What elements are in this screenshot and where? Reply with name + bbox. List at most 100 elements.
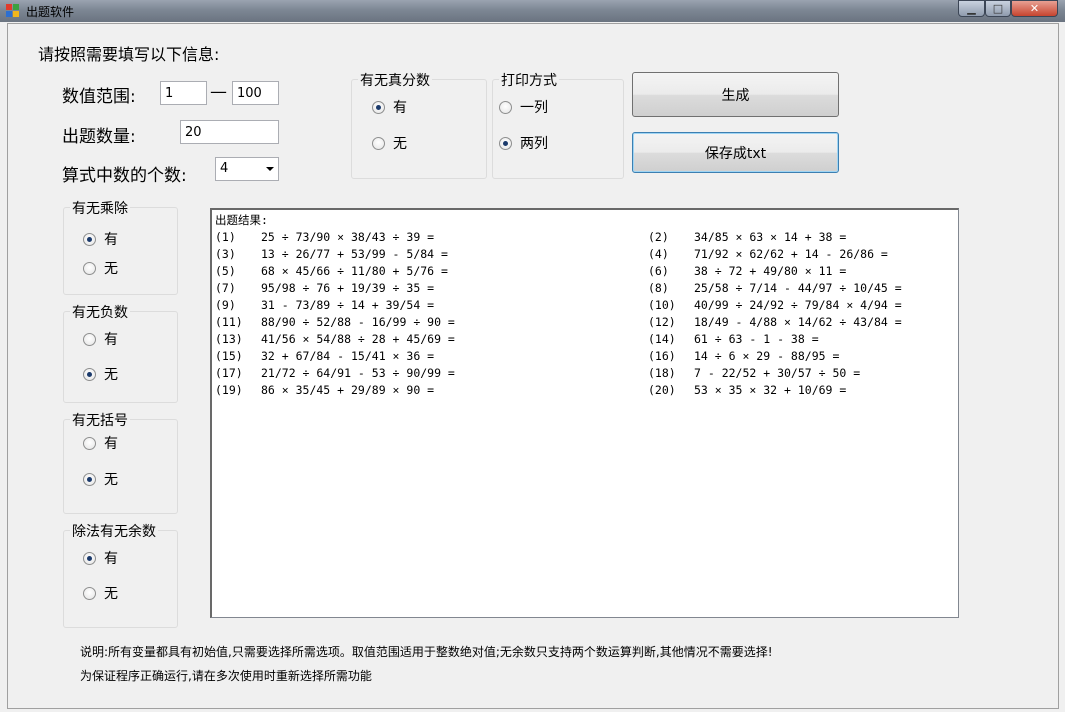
range-label: 数值范围:: [62, 87, 136, 107]
remainder-no-radio[interactable]: 无: [83, 583, 118, 603]
note-line-1: 说明:所有变量都具有初始值,只需要选择所需选项。取值范围适用于整数绝对值;无余数…: [80, 645, 773, 659]
terms-select-value: 4: [220, 161, 229, 176]
right-question-expression: 38 ÷ 72 + 49/80 × 11 =: [694, 264, 847, 278]
fraction-no-radio[interactable]: 无: [372, 133, 407, 153]
result-header: 出题结果:: [215, 213, 268, 227]
left-question-number: (3): [215, 247, 236, 261]
right-question-number: (8): [648, 281, 669, 295]
right-question-expression: 25/58 ÷ 7/14 - 44/97 ÷ 10/45 =: [694, 281, 902, 295]
print-one-column-radio[interactable]: 一列: [499, 97, 548, 117]
maximize-button[interactable]: □: [985, 0, 1011, 17]
left-question-expression: 13 ÷ 26/77 + 53/99 - 5/84 =: [261, 247, 448, 261]
left-question-number: (19): [215, 383, 243, 397]
muldiv-group-title: 有无乘除: [70, 198, 130, 218]
title-bar[interactable]: 出题软件 ▁ □ ✕: [0, 0, 1065, 22]
right-question-number: (4): [648, 247, 669, 261]
radio-checked-icon[interactable]: [83, 551, 96, 565]
generate-button[interactable]: 生成: [632, 72, 839, 117]
dropdown-arrow-icon[interactable]: [266, 167, 274, 171]
range-max-input[interactable]: [232, 81, 279, 105]
radio-checked-icon[interactable]: [372, 100, 385, 114]
app-icon: [6, 4, 20, 18]
app-window: 出题软件 ▁ □ ✕ 请按照需要填写以下信息: 数值范围: — 出题数量: 算式…: [0, 0, 1065, 712]
bracket-yes-radio[interactable]: 有: [83, 433, 118, 453]
result-row: (11) 88/90 ÷ 52/88 - 16/99 ÷ 90 = (12) 18/4…: [215, 314, 955, 331]
radio-unchecked-icon[interactable]: [83, 586, 96, 600]
fraction-yes-radio[interactable]: 有: [372, 97, 407, 117]
radio-unchecked-icon[interactable]: [372, 136, 385, 150]
result-row: (17) 21/72 ÷ 64/91 - 53 ÷ 90/99 = (18) 7 - …: [215, 365, 955, 382]
right-question-expression: 14 ÷ 6 × 29 - 88/95 =: [694, 349, 840, 363]
left-question-expression: 32 + 67/84 - 15/41 × 36 =: [261, 349, 435, 363]
minimize-button[interactable]: ▁: [958, 0, 985, 17]
count-label: 出题数量:: [62, 127, 136, 147]
right-question-number: (6): [648, 264, 669, 278]
remainder-yes-radio[interactable]: 有: [83, 548, 118, 568]
right-question-number: (2): [648, 230, 669, 244]
muldiv-no-radio[interactable]: 无: [83, 258, 118, 278]
left-question-expression: 88/90 ÷ 52/88 - 16/99 ÷ 90 =: [261, 315, 455, 329]
left-question-expression: 21/72 ÷ 64/91 - 53 ÷ 90/99 =: [261, 366, 455, 380]
print-one-column-label: 一列: [520, 100, 548, 116]
right-question-number: (20): [648, 383, 676, 397]
save-txt-button[interactable]: 保存成txt: [632, 132, 839, 173]
radio-unchecked-icon[interactable]: [499, 100, 512, 114]
fraction-yes-label: 有: [393, 100, 407, 116]
print-mode-group-title: 打印方式: [499, 70, 559, 90]
bracket-no-label: 无: [104, 472, 118, 488]
left-question-number: (5): [215, 264, 236, 278]
right-question-expression: 71/92 × 62/62 + 14 - 26/86 =: [694, 247, 888, 261]
result-row: (15) 32 + 67/84 - 15/41 × 36 = (16) 14 ÷ 6 …: [215, 348, 955, 365]
left-question-expression: 41/56 × 54/88 ÷ 28 + 45/69 =: [261, 332, 455, 346]
result-rows: (1) 25 ÷ 73/90 × 38/43 ÷ 39 = (2) 34/85 × 6…: [215, 229, 955, 399]
result-row: (13) 41/56 × 54/88 ÷ 28 + 45/69 = (14) 61 ÷…: [215, 331, 955, 348]
radio-unchecked-icon[interactable]: [83, 261, 96, 275]
left-question-number: (15): [215, 349, 243, 363]
result-row: (19) 86 × 35/45 + 29/89 × 90 = (20) 53 × 35…: [215, 382, 955, 399]
negative-no-radio[interactable]: 无: [83, 364, 118, 384]
result-row: (1) 25 ÷ 73/90 × 38/43 ÷ 39 = (2) 34/85 × 6…: [215, 229, 955, 246]
close-button[interactable]: ✕: [1011, 0, 1058, 17]
negative-yes-label: 有: [104, 332, 118, 348]
negative-yes-radio[interactable]: 有: [83, 329, 118, 349]
print-two-columns-radio[interactable]: 两列: [499, 133, 548, 153]
remainder-group-title: 除法有无余数: [70, 521, 158, 541]
result-row: (3) 13 ÷ 26/77 + 53/99 - 5/84 = (4) 71/92 ×…: [215, 246, 955, 263]
terms-select[interactable]: 4: [215, 157, 279, 181]
note-line-2: 为保证程序正确运行,请在多次使用时重新选择所需功能: [80, 669, 372, 683]
radio-checked-icon[interactable]: [499, 136, 512, 150]
negative-group-title: 有无负数: [70, 302, 130, 322]
right-question-expression: 61 ÷ 63 - 1 - 38 =: [694, 332, 819, 346]
range-min-input[interactable]: [160, 81, 207, 105]
left-question-number: (7): [215, 281, 236, 295]
intro-label: 请按照需要填写以下信息:: [38, 45, 220, 64]
right-question-number: (10): [648, 298, 676, 312]
fraction-no-label: 无: [393, 136, 407, 152]
remainder-yes-label: 有: [104, 551, 118, 567]
left-question-number: (11): [215, 315, 243, 329]
radio-unchecked-icon[interactable]: [83, 436, 96, 450]
form-client-area: 请按照需要填写以下信息: 数值范围: — 出题数量: 算式中数的个数: 4 有无…: [7, 23, 1059, 709]
result-textarea[interactable]: 出题结果: (1) 25 ÷ 73/90 × 38/43 ÷ 39 = (2) 34/…: [210, 208, 959, 618]
range-separator: —: [210, 82, 227, 102]
fraction-group: 有无真分数 有 无: [351, 70, 487, 179]
bracket-no-radio[interactable]: 无: [83, 469, 118, 489]
result-row: (9) 31 - 73/89 ÷ 14 + 39/54 = (10) 40/99 ÷ …: [215, 297, 955, 314]
fraction-group-title: 有无真分数: [358, 70, 432, 90]
negative-group: 有无负数 有 无: [63, 302, 178, 403]
radio-checked-icon[interactable]: [83, 472, 96, 486]
left-question-number: (9): [215, 298, 236, 312]
count-input[interactable]: [180, 120, 279, 144]
left-question-expression: 86 × 35/45 + 29/89 × 90 =: [261, 383, 435, 397]
muldiv-yes-radio[interactable]: 有: [83, 229, 118, 249]
radio-checked-icon[interactable]: [83, 367, 96, 381]
radio-unchecked-icon[interactable]: [83, 332, 96, 346]
right-question-number: (12): [648, 315, 676, 329]
radio-checked-icon[interactable]: [83, 232, 96, 246]
left-question-expression: 25 ÷ 73/90 × 38/43 ÷ 39 =: [261, 230, 435, 244]
result-row: (5) 68 × 45/66 ÷ 11/80 + 5/76 = (6) 38 ÷ 72…: [215, 263, 955, 280]
result-row: (7) 95/98 ÷ 76 + 19/39 ÷ 35 = (8) 25/58 ÷ 7…: [215, 280, 955, 297]
right-question-expression: 7 - 22/52 + 30/57 ÷ 50 =: [694, 366, 861, 380]
window-title: 出题软件: [26, 5, 75, 19]
right-question-expression: 40/99 ÷ 24/92 ÷ 79/84 × 4/94 =: [694, 298, 902, 312]
